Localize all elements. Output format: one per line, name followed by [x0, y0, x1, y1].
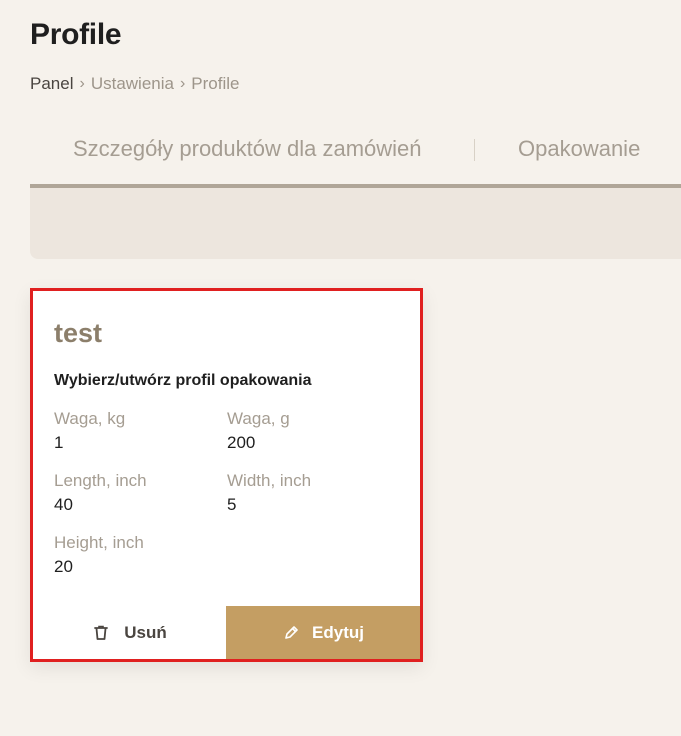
field-width: Width, inch 5 [227, 470, 311, 516]
trash-icon [92, 624, 110, 642]
tab-packaging[interactable]: Opakowanie [518, 136, 640, 162]
field-value: 1 [54, 433, 64, 452]
page-title: Profile [30, 18, 122, 51]
field-label: Width, inch [227, 471, 312, 490]
field-label: Waga, kg [54, 409, 126, 428]
tab-panel-bar [30, 188, 681, 259]
field-label: Height, inch [54, 533, 144, 552]
tab-product-details[interactable]: Szczegóły produktów dla zamówień [73, 136, 422, 162]
profile-subtitle: Wybierz/utwórz profil opakowania [54, 372, 312, 389]
field-value: 20 [54, 557, 73, 576]
profile-name: test [54, 318, 103, 348]
field-label: Waga, g [227, 409, 290, 428]
breadcrumb-separator: › [179, 75, 186, 92]
field-value: 200 [227, 433, 256, 452]
field-height: Height, inch 20 [54, 532, 144, 578]
delete-button-label: Usuń [124, 622, 167, 642]
field-value: 5 [227, 495, 237, 514]
tab-divider [474, 139, 475, 161]
tab-bar: Szczegóły produktów dla zamówień Opakowa… [30, 122, 681, 184]
pencil-icon [282, 624, 300, 642]
edit-button-label: Edytuj [312, 622, 364, 642]
breadcrumb-ustawienia[interactable]: Ustawienia [91, 74, 174, 94]
field-weight-g: Waga, g 200 [227, 408, 290, 454]
field-value: 40 [54, 495, 73, 514]
packaging-profile-card: test Wybierz/utwórz profil opakowania Wa… [30, 288, 423, 662]
field-length: Length, inch 40 [54, 470, 147, 516]
breadcrumb-current: Profile [191, 74, 240, 93]
delete-button[interactable]: Usuń [33, 606, 226, 659]
field-weight-kg: Waga, kg 1 [54, 408, 125, 454]
edit-button[interactable]: Edytuj [226, 606, 420, 659]
field-label: Length, inch [54, 471, 147, 490]
breadcrumb: Panel › Ustawienia › Profile [30, 74, 239, 94]
breadcrumb-separator: › [79, 75, 85, 92]
breadcrumb-panel[interactable]: Panel [30, 74, 73, 94]
card-actions: Usuń Edytuj [33, 606, 420, 659]
